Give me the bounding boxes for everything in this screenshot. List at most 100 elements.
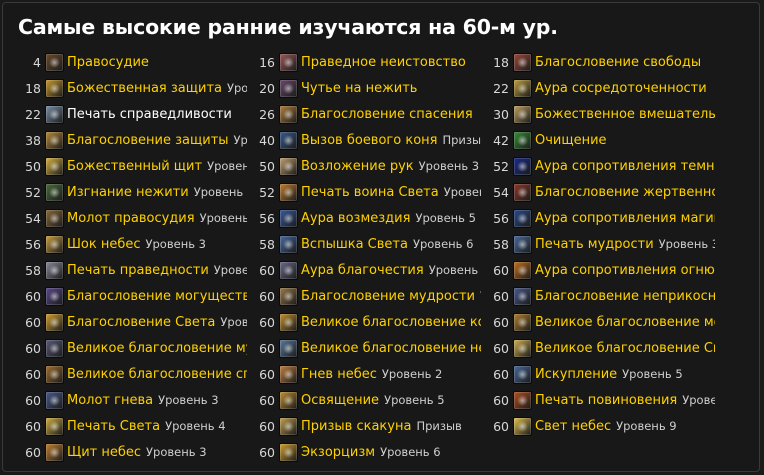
spell-row[interactable]: 18 Божественная защита Уровень 2 [21, 75, 247, 101]
spell-name-link[interactable]: Изгнание нежити [67, 185, 189, 200]
spell-row[interactable]: 38 Благословение защиты Уровень 3 [21, 127, 247, 153]
spell-row[interactable]: 56 Аура возмездия Уровень 5 [255, 205, 481, 231]
spell-name-link[interactable]: Щит небес [67, 445, 141, 460]
spell-name-link[interactable]: Искупление [535, 367, 617, 382]
spell-row[interactable]: 54 Молот правосудия Уровень 4 [21, 205, 247, 231]
spell-row[interactable]: 16 Праведное неистовство [255, 49, 481, 75]
summon-warhorse-icon[interactable] [279, 130, 298, 150]
spell-name-link[interactable]: Аура возмездия [301, 211, 410, 226]
spell-name-link[interactable]: Божественная защита [67, 81, 222, 96]
spell-row[interactable]: 60 Благословение могуществаУровень 7 [21, 283, 247, 309]
spell-row[interactable]: 60 Великое благословение спасения [21, 361, 247, 387]
spell-row[interactable]: 4 Правосудие [21, 49, 247, 75]
seal-of-wisdom-icon[interactable] [513, 234, 532, 254]
divine-shield-icon[interactable] [45, 156, 64, 176]
blessing-of-sacrifice-icon[interactable] [513, 182, 532, 202]
spell-row[interactable]: 60 Гнев небес Уровень 2 [255, 361, 481, 387]
spell-row[interactable]: 60 Свет небес Уровень 9 [489, 413, 715, 439]
blessing-of-sanctuary-icon[interactable] [513, 286, 532, 306]
spell-row[interactable]: 60 Благословение мудрости Уровень 6 [255, 283, 481, 309]
seal-of-command-icon[interactable] [513, 390, 532, 410]
flash-of-light-icon[interactable] [279, 234, 298, 254]
spell-row[interactable]: 56 Аура сопротивления магии льда [489, 205, 715, 231]
devotion-aura-icon[interactable] [279, 260, 298, 280]
spell-name-link[interactable]: Печать справедливости [67, 107, 232, 122]
spell-name-link[interactable]: Великое благословение королей [301, 315, 481, 330]
holy-light-icon[interactable] [513, 416, 532, 436]
spell-name-link[interactable]: Великое благословение могущества [535, 315, 715, 330]
spell-row[interactable]: 60 Молот гнева Уровень 3 [21, 387, 247, 413]
blessing-of-protection-icon[interactable] [45, 130, 64, 150]
spell-row[interactable]: 60 Благословение Света Уровень 3 [21, 309, 247, 335]
blessing-of-wisdom-icon[interactable] [279, 286, 298, 306]
spell-name-link[interactable]: Благословение свободы [535, 55, 701, 70]
spell-name-link[interactable]: Праведное неистовство [301, 55, 466, 70]
divine-protection-icon[interactable] [45, 78, 64, 98]
fire-resistance-aura-icon[interactable] [513, 260, 532, 280]
spell-name-link[interactable]: Освящение [301, 393, 379, 408]
spell-name-link[interactable]: Благословение защиты [67, 133, 229, 148]
spell-name-link[interactable]: Вспышка Света [301, 237, 408, 252]
spell-name-link[interactable]: Благословение Света [67, 315, 215, 330]
spell-row[interactable]: 50 Божественный щит Уровень 2 [21, 153, 247, 179]
summon-charger-icon[interactable] [279, 416, 298, 436]
spell-row[interactable]: 60 Щит небес Уровень 3 [21, 439, 247, 465]
spell-name-link[interactable]: Аура сосредоточенности [535, 81, 707, 96]
spell-row[interactable]: 60 Благословение неприкосновенности [489, 283, 715, 309]
spell-name-link[interactable]: Гнев небес [301, 367, 377, 382]
spell-row[interactable]: 60 Великое благословение неприкосновеннос… [255, 335, 481, 361]
spell-name-link[interactable]: Экзорцизм [301, 445, 375, 460]
spell-row[interactable]: 30 Божественное вмешательство [489, 101, 715, 127]
spell-row[interactable]: 40 Вызов боевого коня Призыв [255, 127, 481, 153]
spell-row[interactable]: 54 Благословение жертвенности [489, 179, 715, 205]
spell-name-link[interactable]: Призыв скакуна [301, 419, 411, 434]
spell-row[interactable]: 60 Печать Света Уровень 4 [21, 413, 247, 439]
spell-row[interactable]: 60 Печать повиновения Уровень 5 [489, 387, 715, 413]
spell-row[interactable]: 58 Печать мудрости Уровень 3 [489, 231, 715, 257]
spell-name-link[interactable]: Аура сопротивления огню [535, 263, 715, 278]
spell-row[interactable]: 22 Аура сосредоточенности [489, 75, 715, 101]
greater-blessing-of-light-icon[interactable] [513, 338, 532, 358]
spell-name-link[interactable]: Благословение неприкосновенности [535, 289, 715, 304]
hammer-of-justice-icon[interactable] [45, 208, 64, 228]
spell-name-link[interactable]: Благословение жертвенности [535, 185, 715, 200]
spell-row[interactable]: 20 Чутье на нежить [255, 75, 481, 101]
spell-row[interactable]: 52 Печать воина Света Уровень 3 [255, 179, 481, 205]
seal-of-the-crusader-icon[interactable] [279, 182, 298, 202]
spell-name-link[interactable]: Печать воина Света [301, 185, 439, 200]
exorcism-icon[interactable] [279, 442, 298, 462]
spell-name-link[interactable]: Шок небес [67, 237, 141, 252]
spell-name-link[interactable]: Божественный щит [67, 159, 202, 174]
blessing-of-salvation-icon[interactable] [279, 104, 298, 124]
hammer-of-wrath-icon[interactable] [45, 390, 64, 410]
spell-row[interactable]: 60 Великое благословение Света [489, 335, 715, 361]
spell-row[interactable]: 26 Благословение спасения [255, 101, 481, 127]
seal-of-light-icon[interactable] [45, 416, 64, 436]
redemption-icon[interactable] [513, 364, 532, 384]
spell-name-link[interactable]: Великое благословение мудрости [67, 341, 247, 356]
blessing-of-freedom-icon[interactable] [513, 52, 532, 72]
spell-row[interactable]: 22 Печать справедливости [21, 101, 247, 127]
spell-row[interactable]: 60 Великое благословение мудростиУровень … [21, 335, 247, 361]
frost-resistance-aura-icon[interactable] [513, 208, 532, 228]
greater-blessing-of-sanctuary-icon[interactable] [279, 338, 298, 358]
spell-name-link[interactable]: Благословение мудрости [301, 289, 475, 304]
sense-undead-icon[interactable] [279, 78, 298, 98]
spell-name-link[interactable]: Божественное вмешательство [535, 107, 715, 122]
spell-row[interactable]: 58 Вспышка Света Уровень 6 [255, 231, 481, 257]
turn-undead-icon[interactable] [45, 182, 64, 202]
spell-name-link[interactable]: Аура сопротивления темной магии [535, 159, 715, 174]
spell-name-link[interactable]: Очищение [535, 133, 607, 148]
greater-blessing-of-might-icon[interactable] [513, 312, 532, 332]
holy-shield-icon[interactable] [45, 442, 64, 462]
spell-name-link[interactable]: Аура благочестия [301, 263, 424, 278]
greater-blessing-of-wisdom-icon[interactable] [45, 338, 64, 358]
shadow-resistance-aura-icon[interactable] [513, 156, 532, 176]
spell-name-link[interactable]: Благословение спасения [301, 107, 473, 122]
holy-wrath-icon[interactable] [279, 364, 298, 384]
spell-row[interactable]: 60 Искупление Уровень 5 [489, 361, 715, 387]
spell-name-link[interactable]: Вызов боевого коня [301, 133, 437, 148]
spell-name-link[interactable]: Великое благословение Света [535, 341, 715, 356]
spell-name-link[interactable]: Великое благословение спасения [67, 367, 247, 382]
greater-blessing-of-kings-icon[interactable] [279, 312, 298, 332]
